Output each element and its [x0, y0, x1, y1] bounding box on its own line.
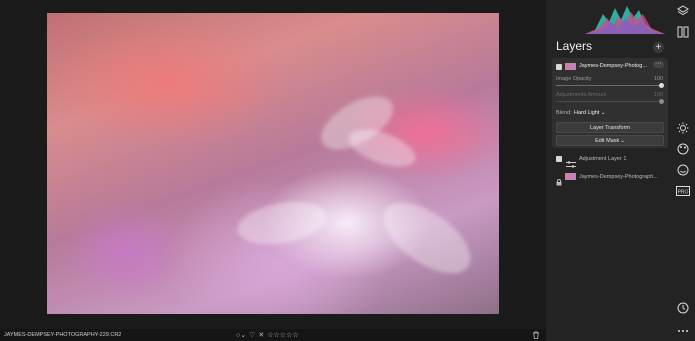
adjustments-amount-value: 100 — [654, 92, 664, 98]
svg-text:PRO: PRO — [678, 190, 689, 196]
active-layer-name: Jaymes-Dempsey-Photog... — [579, 63, 647, 69]
layer-name: Jaymes-Dempsey-Photograph... — [579, 174, 658, 180]
sliders-icon — [566, 155, 576, 168]
star-rating[interactable]: ☆☆☆☆☆ — [267, 331, 298, 339]
layer-row[interactable]: Jaymes-Dempsey-Photograph... — [552, 171, 668, 186]
reject-icon[interactable]: ✕ — [258, 331, 264, 339]
rating-bar: ○⌄ ♡ ✕ ☆☆☆☆☆ — [236, 331, 299, 339]
histogram — [585, 6, 665, 34]
layer-visibility-checkbox[interactable] — [556, 156, 562, 162]
image-opacity-label: Image Opacity — [556, 76, 592, 82]
compare-icon[interactable] — [676, 25, 690, 39]
face-icon[interactable] — [676, 163, 690, 177]
pro-icon[interactable]: PRO — [676, 184, 690, 198]
heart-icon[interactable]: ♡ — [249, 331, 255, 339]
petal-highlight — [371, 188, 483, 288]
circle-flag-icon[interactable]: ○⌄ — [236, 331, 246, 339]
active-layer-card[interactable]: Jaymes-Dempsey-Photog... ··· Image Opaci… — [552, 58, 668, 148]
blend-select[interactable]: Hard Light ⌄ — [574, 110, 606, 116]
add-layer-button[interactable]: + — [653, 42, 664, 53]
chevron-down-icon: ⌄ — [600, 110, 606, 116]
layer-visibility-checkbox[interactable] — [556, 64, 562, 70]
palette-icon[interactable] — [676, 142, 690, 156]
adjustments-amount-slider[interactable] — [556, 101, 662, 102]
plus-icon: + — [655, 42, 662, 53]
layer-transform-button[interactable]: Layer Transform — [556, 122, 664, 133]
petal-highlight — [234, 195, 330, 251]
edit-mask-label: Edit Mask — [595, 137, 620, 144]
layers-title: Layers — [556, 39, 593, 53]
lock-icon — [556, 173, 562, 186]
more-icon[interactable] — [676, 324, 690, 338]
image-opacity-value: 100 — [654, 76, 664, 82]
photo-preview[interactable] — [47, 13, 499, 314]
blend-value: Hard Light — [574, 110, 600, 116]
layers-icon[interactable] — [676, 4, 690, 18]
trash-icon[interactable] — [532, 331, 540, 341]
layer-row[interactable]: Adjustment Layer 1 — [552, 153, 668, 168]
petal-highlight — [343, 121, 421, 175]
image-opacity-slider[interactable] — [556, 85, 662, 86]
adjustments-amount-knob[interactable] — [659, 99, 664, 104]
tool-rail: PRO — [672, 0, 695, 341]
history-icon[interactable] — [676, 301, 690, 315]
filename-label: JAYMES-DEMPSEY-PHOTOGRAPHY-229.CR2 — [4, 332, 122, 338]
sun-icon[interactable] — [676, 121, 690, 135]
blend-label: Blend: — [556, 110, 572, 116]
layer-options-button[interactable]: ··· — [653, 60, 664, 68]
canvas-area[interactable] — [0, 0, 546, 329]
adjustments-amount-label: Adjustments Amount — [556, 92, 607, 98]
layer-thumbnail — [565, 173, 576, 180]
chevron-down-icon: ⌄ — [620, 137, 625, 144]
layer-thumbnail — [565, 63, 576, 70]
layer-name: Adjustment Layer 1 — [579, 156, 627, 162]
image-opacity-knob[interactable] — [659, 83, 664, 88]
edit-mask-button[interactable]: Edit Mask ⌄ — [556, 135, 664, 146]
